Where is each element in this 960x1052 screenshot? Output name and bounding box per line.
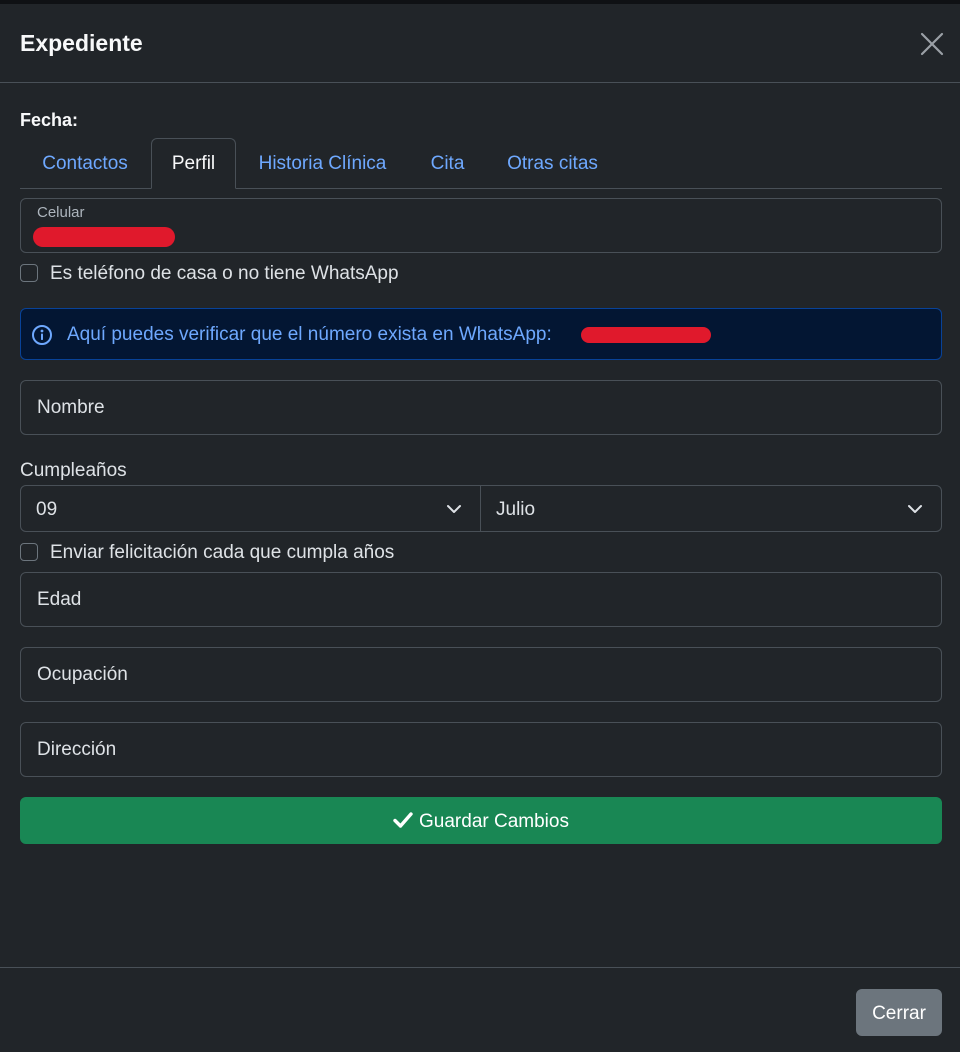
cerrar-button[interactable]: Cerrar [856,989,942,1036]
celular-field[interactable]: Celular [20,198,942,253]
edad-field[interactable]: Edad [20,572,942,627]
birthday-day-value: 09 [36,499,58,520]
felicitacion-checkbox-label: Enviar felicitación cada que cumpla años [50,542,395,563]
tab-cita[interactable]: Cita [410,138,485,188]
nombre-field[interactable]: Nombre [20,380,942,435]
home-phone-checkbox-label: Es teléfono de casa o no tiene WhatsApp [50,263,399,284]
save-changes-button[interactable]: Guardar Cambios [20,797,942,844]
modal-header: Expediente [0,4,960,83]
whatsapp-alert-text: Aquí puedes verificar que el número exis… [67,324,552,345]
direccion-placeholder: Dirección [37,739,117,760]
expediente-modal: Expediente Fecha: Contactos Perfil Histo… [0,0,960,1052]
tab-perfil[interactable]: Perfil [151,138,236,189]
direccion-field[interactable]: Dirección [20,722,942,777]
close-icon[interactable] [918,30,946,58]
chevron-down-icon [446,501,462,517]
birthday-month-value: Julio [496,499,536,520]
celular-label: Celular [37,204,85,221]
check-icon [393,800,413,828]
tab-historia-clinica[interactable]: Historia Clínica [240,138,405,188]
chevron-down-icon [907,501,923,517]
tab-contactos[interactable]: Contactos [20,138,150,188]
ocupacion-field[interactable]: Ocupación [20,647,942,702]
home-phone-checkbox[interactable] [20,264,38,282]
edad-placeholder: Edad [37,589,82,610]
celular-value-redacted [33,227,175,247]
ocupacion-placeholder: Ocupación [37,664,128,685]
whatsapp-link-redacted [581,327,711,343]
felicitacion-checkbox[interactable] [20,543,38,561]
cumpleanos-label: Cumpleaños [20,460,127,481]
birthday-month-select[interactable]: Julio [480,485,942,532]
tab-otras-citas[interactable]: Otras citas [490,138,615,188]
nombre-placeholder: Nombre [37,397,105,418]
fecha-label: Fecha: [20,110,79,130]
modal-footer: Cerrar [0,967,960,1052]
birthday-day-select[interactable]: 09 [20,485,481,532]
tab-bar: Contactos Perfil Historia Clínica Cita O… [20,138,942,189]
info-circle-icon [31,324,53,346]
save-changes-label: Guardar Cambios [419,811,569,832]
birthday-select-group: 09 Julio [20,485,942,532]
whatsapp-info-alert: Aquí puedes verificar que el número exis… [20,308,942,360]
modal-title: Expediente [20,30,143,56]
